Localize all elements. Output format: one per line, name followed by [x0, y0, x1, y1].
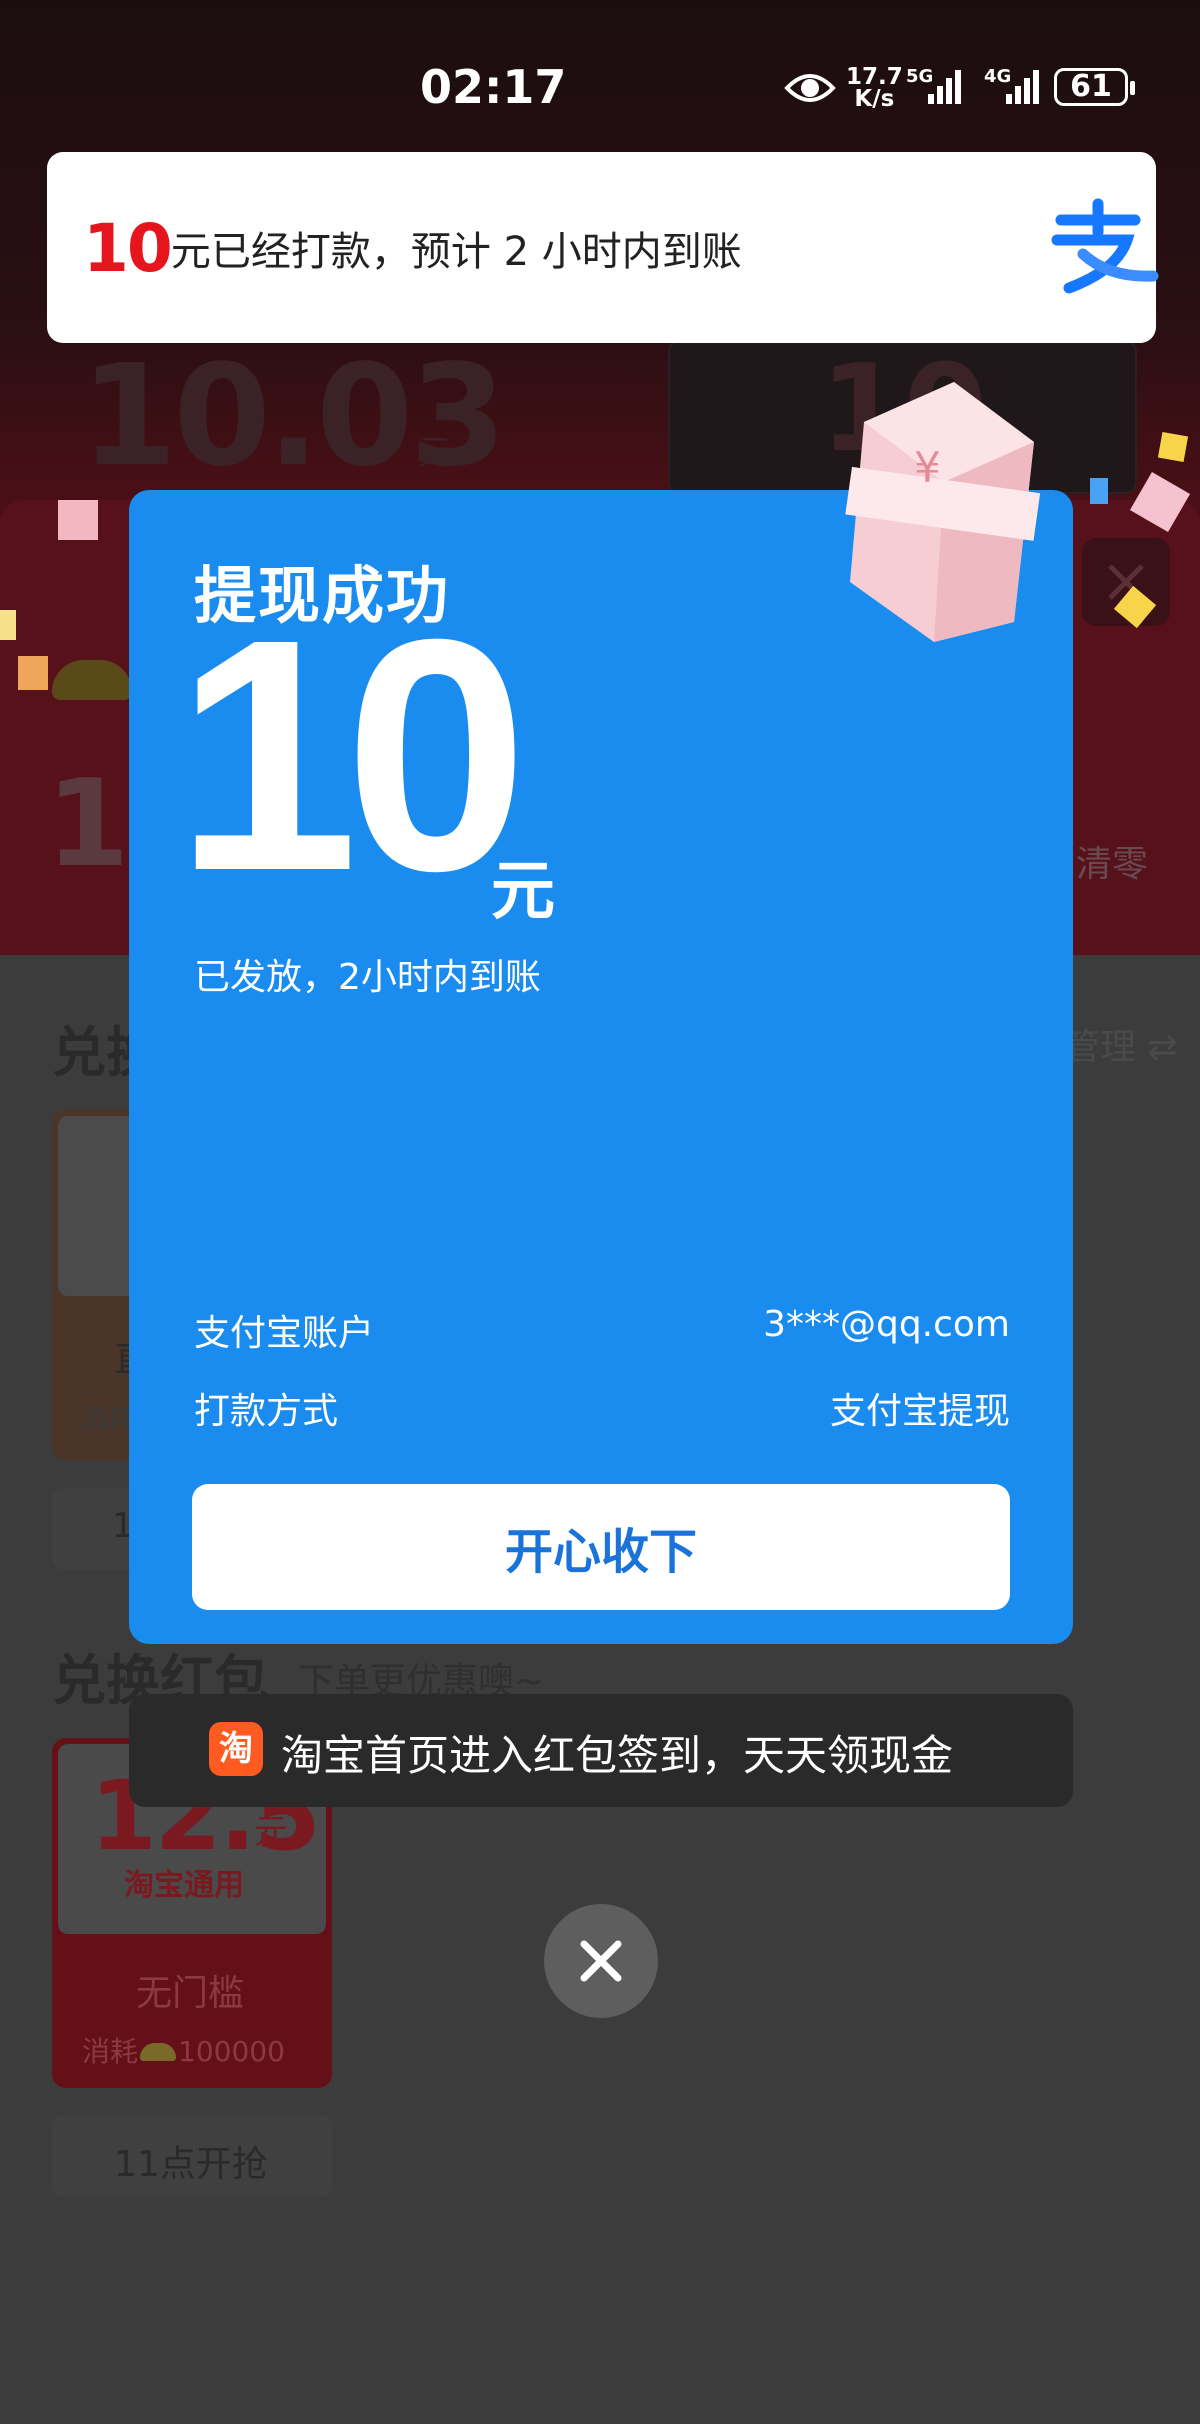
network-speed-value: 17.7: [846, 64, 903, 90]
dialog-subtitle: 已发放，2小时内到账: [194, 957, 541, 998]
tip-text: 淘宝首页进入红包签到，天天领现金: [281, 1731, 954, 1780]
method-value: 支付宝提现: [829, 1391, 1010, 1432]
bg-start-time-pill: 11点开抢: [52, 2115, 332, 2197]
notification-message: 元已经打款，预计 2 小时内到账: [170, 229, 742, 275]
bg-manage-link: 管理 ⇄: [1064, 1027, 1178, 1068]
notification-amount: 10: [83, 210, 173, 287]
account-label: 支付宝账户: [194, 1313, 375, 1354]
status-time: 02:17: [420, 60, 567, 114]
confetti-decoration: [1157, 431, 1189, 463]
taobao-tip-banner[interactable]: 淘 淘宝首页进入红包签到，天天领现金: [129, 1694, 1073, 1807]
bg-coupon-cost-value: 100000: [178, 2035, 285, 2068]
bg-coupon-threshold: 无门槛: [136, 1973, 245, 2014]
ingot-icon: [140, 2043, 177, 2061]
network-speed: 17.7 K/s: [846, 64, 903, 112]
close-dialog-button[interactable]: [544, 1904, 658, 2018]
account-value: 3***@qq.com: [763, 1304, 1010, 1345]
payment-notification[interactable]: 10元已经打款，预计 2 小时内到账: [47, 152, 1159, 343]
withdraw-amount: 10: [175, 570, 528, 939]
confetti-decoration: [0, 610, 16, 640]
bg-coupon-scope: 淘宝通用: [124, 1868, 244, 1903]
bg-balance-unit: 元: [418, 433, 452, 473]
red-envelope-icon: ¥: [845, 382, 1041, 642]
bg-clear-text: 清零: [1076, 844, 1149, 885]
confetti-decoration: [1090, 478, 1108, 504]
bg-coupon2-line2: 消耗: [80, 1403, 137, 1436]
svg-text:¥: ¥: [914, 443, 941, 492]
eye-comfort-icon: [784, 74, 836, 102]
bg-start-time: 11点开抢: [114, 2144, 268, 2185]
bg-coupon-cost-label: 消耗: [82, 2035, 139, 2068]
withdraw-unit: 元: [491, 855, 555, 929]
confetti-decoration: [58, 500, 98, 540]
method-label: 打款方式: [194, 1391, 339, 1432]
close-icon: [580, 1940, 622, 1982]
confirm-button[interactable]: 开心收下: [192, 1484, 1010, 1610]
withdraw-success-dialog: ¥ 提现成功 10 元 已发放，2小时内到账 支付宝账户 3***@qq.com…: [129, 382, 1073, 1644]
alipay-icon: [1051, 198, 1159, 294]
notification-text: 10元已经打款，预计 2 小时内到账: [83, 210, 742, 287]
network-speed-unit: K/s: [854, 86, 895, 112]
confetti-decoration: [18, 656, 48, 690]
battery-icon: 61: [1054, 68, 1135, 106]
taobao-icon: 淘: [209, 1722, 263, 1776]
bg-coupon-unit: 元: [254, 1812, 288, 1852]
